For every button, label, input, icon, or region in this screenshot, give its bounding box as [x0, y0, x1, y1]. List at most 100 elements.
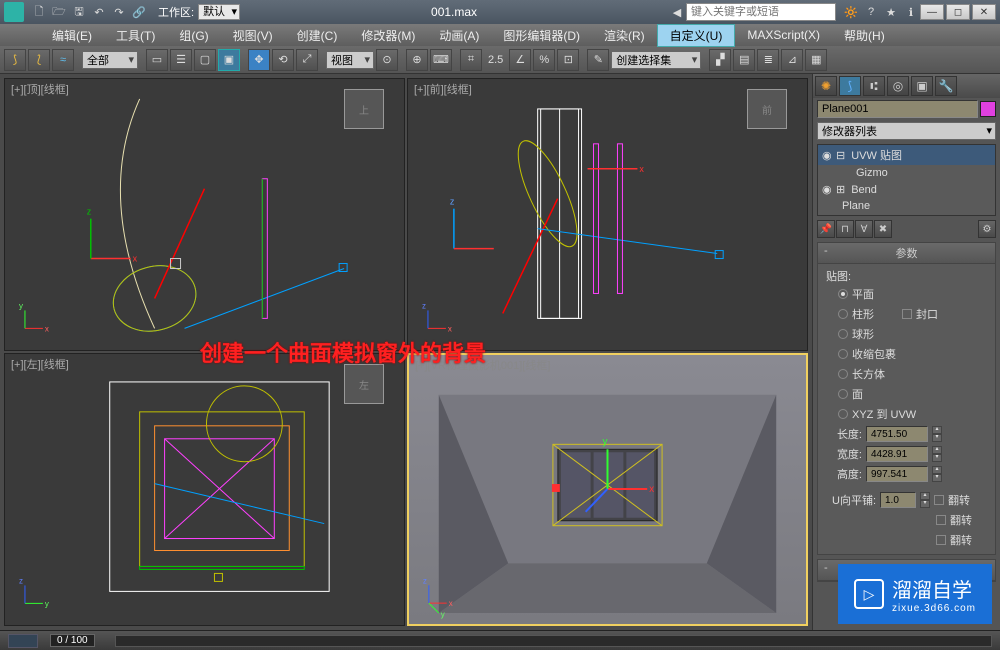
- angle-snap-icon[interactable]: ∠: [509, 49, 531, 71]
- mod-stack-item[interactable]: ◉⊟UVW 贴图: [818, 145, 995, 165]
- star-icon[interactable]: ★: [882, 3, 900, 21]
- curve-editor-icon[interactable]: ⊿: [781, 49, 803, 71]
- menu-8[interactable]: 渲染(R): [592, 25, 657, 46]
- menu-4[interactable]: 创建(C): [285, 25, 350, 46]
- map-option-6[interactable]: XYZ 到 UVW: [826, 404, 987, 424]
- map-option-5[interactable]: 面: [826, 384, 987, 404]
- tab-utilities-icon[interactable]: 🔧: [935, 76, 957, 96]
- menu-11[interactable]: 帮助(H): [832, 25, 897, 46]
- select-region-rect-icon[interactable]: ▢: [194, 49, 216, 71]
- tab-hierarchy-icon[interactable]: ⑆: [863, 76, 885, 96]
- viewport-left[interactable]: [+][左][线框] 左 y z: [4, 353, 405, 626]
- mod-stack-item[interactable]: ◉⊞Bend: [818, 181, 995, 198]
- mod-stack-item[interactable]: Plane: [818, 198, 995, 214]
- menu-6[interactable]: 动画(A): [427, 25, 491, 46]
- align-icon[interactable]: ▤: [733, 49, 755, 71]
- window-min-icon[interactable]: —: [920, 4, 944, 20]
- pin-stack-icon[interactable]: 📌: [817, 220, 835, 238]
- configure-sets-icon[interactable]: ⚙: [978, 220, 996, 238]
- named-sel-combo[interactable]: 创建选择集: [611, 51, 701, 69]
- remove-mod-icon[interactable]: ✖: [874, 220, 892, 238]
- menu-10[interactable]: MAXScript(X): [735, 26, 832, 44]
- viewport-camera[interactable]: [+][VR物理摄影机001][线框] x y: [407, 353, 808, 626]
- select-manip-icon[interactable]: ⊕: [406, 49, 428, 71]
- length-spin-buttons[interactable]: ▴▾: [932, 426, 942, 442]
- viewport-top-label[interactable]: [+][顶][线框]: [11, 81, 69, 97]
- menu-2[interactable]: 组(G): [167, 25, 220, 46]
- search-input[interactable]: [686, 3, 836, 21]
- redo-icon[interactable]: ↷: [110, 3, 128, 21]
- mirror-icon[interactable]: ▞: [709, 49, 731, 71]
- selection-filter-combo[interactable]: 全部: [82, 51, 138, 69]
- cap-checkbox[interactable]: [902, 309, 912, 319]
- timeline-icon[interactable]: [8, 634, 38, 648]
- new-icon[interactable]: 🗋: [30, 3, 48, 21]
- width-spin-buttons[interactable]: ▴▾: [932, 446, 942, 462]
- modifier-stack[interactable]: ◉⊟UVW 贴图Gizmo◉⊞BendPlane: [817, 144, 996, 216]
- modifier-list-combo[interactable]: 修改器列表: [817, 122, 996, 140]
- help-icon[interactable]: ?: [862, 3, 880, 21]
- binoculars-icon[interactable]: 🔆: [842, 3, 860, 21]
- map-option-2[interactable]: 球形: [826, 324, 987, 344]
- menu-9[interactable]: 自定义(U): [657, 24, 736, 47]
- chevron-left-icon[interactable]: ◀: [668, 3, 686, 21]
- use-pivot-center-icon[interactable]: ⊙: [376, 49, 398, 71]
- menu-5[interactable]: 修改器(M): [349, 25, 427, 46]
- window-max-icon[interactable]: ◻: [946, 4, 970, 20]
- tile-u-spinner[interactable]: [880, 492, 916, 508]
- move-tool-icon[interactable]: ✥: [248, 49, 270, 71]
- link-tool-icon[interactable]: ⟆: [4, 49, 26, 71]
- flip-v-checkbox[interactable]: [936, 515, 946, 525]
- object-color-swatch[interactable]: [980, 101, 996, 117]
- tab-modify-icon[interactable]: ⟆: [839, 76, 861, 96]
- map-option-1[interactable]: 柱形封口: [826, 304, 987, 324]
- viewport-front-label[interactable]: [+][前][线框]: [414, 81, 472, 97]
- map-option-3[interactable]: 收缩包裹: [826, 344, 987, 364]
- open-icon[interactable]: 🗁: [50, 3, 68, 21]
- layers-icon[interactable]: ≣: [757, 49, 779, 71]
- tab-motion-icon[interactable]: ◎: [887, 76, 909, 96]
- flip-w-checkbox[interactable]: [936, 535, 946, 545]
- viewport-top[interactable]: [+][顶][线框] 上 x z x y: [4, 78, 405, 351]
- window-crossing-icon[interactable]: ▣: [218, 49, 240, 71]
- schematic-icon[interactable]: ▦: [805, 49, 827, 71]
- keyboard-shortcut-icon[interactable]: ⌨: [430, 49, 452, 71]
- scale-tool-icon[interactable]: ⤢: [296, 49, 318, 71]
- save-icon[interactable]: 🖫: [70, 3, 88, 21]
- workspace-combo[interactable]: 默认: [198, 4, 240, 20]
- menu-1[interactable]: 工具(T): [104, 25, 167, 46]
- map-option-0[interactable]: 平面: [826, 284, 987, 304]
- rotate-tool-icon[interactable]: ⟲: [272, 49, 294, 71]
- object-name-input[interactable]: [817, 100, 978, 118]
- viewport-front[interactable]: [+][前][线框] 前 x z x z: [407, 78, 808, 351]
- spinner-snap-icon[interactable]: ⊡: [557, 49, 579, 71]
- select-object-icon[interactable]: ▭: [146, 49, 168, 71]
- tab-create-icon[interactable]: ✺: [815, 76, 837, 96]
- link-icon[interactable]: 🔗: [130, 3, 148, 21]
- mod-stack-item[interactable]: Gizmo: [818, 165, 995, 181]
- select-by-name-icon[interactable]: ☰: [170, 49, 192, 71]
- menu-0[interactable]: 编辑(E): [40, 25, 104, 46]
- width-spinner[interactable]: [866, 446, 928, 462]
- info-icon[interactable]: ℹ: [902, 3, 920, 21]
- tile-u-spin-buttons[interactable]: ▴▾: [920, 492, 930, 508]
- unlink-tool-icon[interactable]: ⟅: [28, 49, 50, 71]
- window-close-icon[interactable]: ✕: [972, 4, 996, 20]
- app-logo-icon[interactable]: [4, 2, 24, 22]
- map-option-4[interactable]: 长方体: [826, 364, 987, 384]
- timeline-slider[interactable]: [115, 635, 992, 647]
- ref-coord-combo[interactable]: 视图: [326, 51, 374, 69]
- params-rollout-header[interactable]: 参数: [818, 243, 995, 264]
- snap-toggle-icon[interactable]: ⌗: [460, 49, 482, 71]
- height-spinner[interactable]: [866, 466, 928, 482]
- menu-7[interactable]: 图形编辑器(D): [491, 25, 592, 46]
- flip-u-checkbox[interactable]: [934, 495, 944, 505]
- undo-icon[interactable]: ↶: [90, 3, 108, 21]
- viewport-left-label[interactable]: [+][左][线框]: [11, 356, 69, 372]
- tab-display-icon[interactable]: ▣: [911, 76, 933, 96]
- length-spinner[interactable]: [866, 426, 928, 442]
- bind-space-warp-icon[interactable]: ≈: [52, 49, 74, 71]
- edit-named-sel-icon[interactable]: ✎: [587, 49, 609, 71]
- make-unique-icon[interactable]: ∀: [855, 220, 873, 238]
- show-end-result-icon[interactable]: ⊓: [836, 220, 854, 238]
